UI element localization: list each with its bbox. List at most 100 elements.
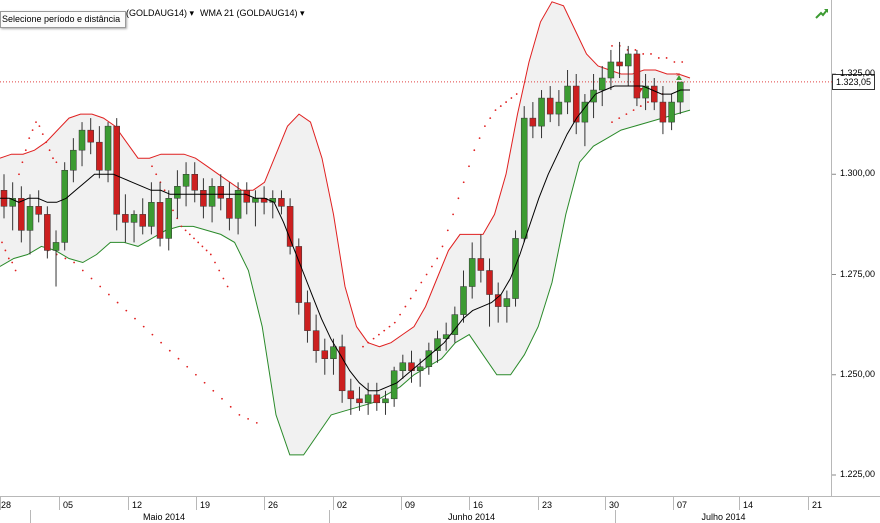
sar-dot	[255, 421, 258, 424]
candle	[616, 61, 623, 67]
sar-dot	[505, 101, 507, 103]
candle	[416, 366, 424, 371]
sar-dot	[186, 365, 189, 368]
sar-dot	[1, 241, 3, 244]
sar-dot	[247, 417, 250, 420]
candle	[191, 174, 198, 191]
candle	[252, 198, 259, 203]
x-tick-divider	[739, 496, 740, 510]
sar-dot	[64, 257, 67, 260]
sar-dot	[134, 317, 136, 320]
sar-dot	[647, 101, 649, 103]
candle	[243, 190, 251, 203]
sar-dot	[468, 165, 470, 168]
sar-dot	[462, 181, 465, 184]
sar-dot	[639, 105, 642, 107]
x-tick-divider	[605, 496, 606, 510]
indicator-1-label: (GOLDAUG14)	[126, 8, 188, 18]
sar-dot	[222, 277, 225, 280]
candle	[70, 149, 77, 171]
candle	[555, 101, 563, 115]
candle	[122, 214, 129, 223]
indicator-1-selector[interactable]: (GOLDAUG14) ▾	[126, 8, 194, 19]
candle	[668, 101, 675, 123]
candle	[468, 258, 476, 287]
month-label: Julho 2014	[701, 512, 746, 522]
sar-dot	[431, 265, 433, 268]
candle	[425, 350, 433, 367]
sar-dot	[642, 53, 645, 55]
candle	[87, 129, 94, 143]
sar-dot	[172, 209, 174, 212]
trend-arrow-icon[interactable]	[815, 7, 829, 19]
period-tooltip: Selecione período e distância	[0, 11, 127, 28]
x-tick-label: 07	[677, 500, 688, 510]
candle	[503, 298, 511, 307]
sar-dot	[24, 149, 27, 152]
sar-dot	[81, 269, 84, 272]
x-tick-label: 14	[743, 500, 754, 510]
candle	[659, 101, 667, 123]
x-tick-label: 09	[405, 500, 416, 510]
x-tick-label: 16	[473, 500, 484, 510]
y-tick-label: 1.225,00	[840, 469, 876, 479]
sar-dot	[116, 301, 119, 304]
candle	[44, 214, 51, 251]
sar-dot	[611, 45, 613, 47]
sar-dot	[634, 49, 637, 51]
candle	[226, 198, 233, 219]
sar-dot	[221, 397, 223, 400]
candle	[356, 398, 363, 404]
candle	[538, 97, 545, 127]
candle	[165, 198, 172, 239]
candle	[217, 186, 224, 199]
sar-dot	[238, 413, 241, 416]
sar-dot	[404, 305, 407, 308]
sar-dot	[203, 381, 206, 384]
x-tick-divider	[128, 496, 129, 510]
candle	[174, 186, 181, 199]
sar-dot	[393, 321, 396, 324]
sar-dot	[383, 329, 386, 332]
sar-dot	[632, 109, 635, 111]
candle	[520, 117, 528, 239]
chevron-down-icon[interactable]: ▾	[190, 8, 195, 18]
candle	[304, 302, 311, 331]
sar-dot	[4, 249, 7, 252]
sar-dot	[673, 61, 676, 63]
candle	[321, 350, 329, 359]
sar-dot	[209, 253, 212, 256]
sar-dot	[142, 325, 145, 328]
y-tick-label: 1.250,00	[840, 368, 876, 379]
x-tick-divider	[196, 496, 197, 510]
sar-dot	[478, 137, 481, 140]
sar-dot	[21, 161, 24, 164]
sar-dot	[218, 269, 221, 272]
sar-dot	[489, 117, 492, 120]
sar-dot	[212, 389, 215, 392]
sar-dot	[155, 173, 158, 176]
sar-dot	[618, 117, 621, 120]
sar-dot	[510, 97, 513, 99]
indicator-2-selector[interactable]: WMA 21 (GOLDAUG14) ▾	[200, 8, 305, 19]
sar-dot	[125, 309, 128, 312]
sar-dot	[372, 337, 375, 340]
chevron-down-icon[interactable]: ▾	[300, 8, 305, 18]
candle	[330, 346, 337, 359]
candle	[347, 390, 355, 400]
sar-dot	[31, 129, 34, 132]
sar-dot	[35, 121, 37, 124]
candle	[104, 125, 112, 171]
candle	[200, 190, 207, 207]
sar-dot	[226, 285, 229, 288]
sar-dot	[151, 333, 154, 336]
month-label: Junho 2014	[447, 512, 496, 522]
candle	[18, 198, 25, 231]
x-tick-label: 23	[542, 500, 553, 510]
candle	[96, 141, 103, 171]
candle	[182, 174, 190, 187]
sar-dot	[457, 197, 460, 200]
candlestick-chart[interactable]: ×	[0, 0, 880, 523]
candle	[278, 198, 285, 207]
candle	[35, 206, 42, 215]
